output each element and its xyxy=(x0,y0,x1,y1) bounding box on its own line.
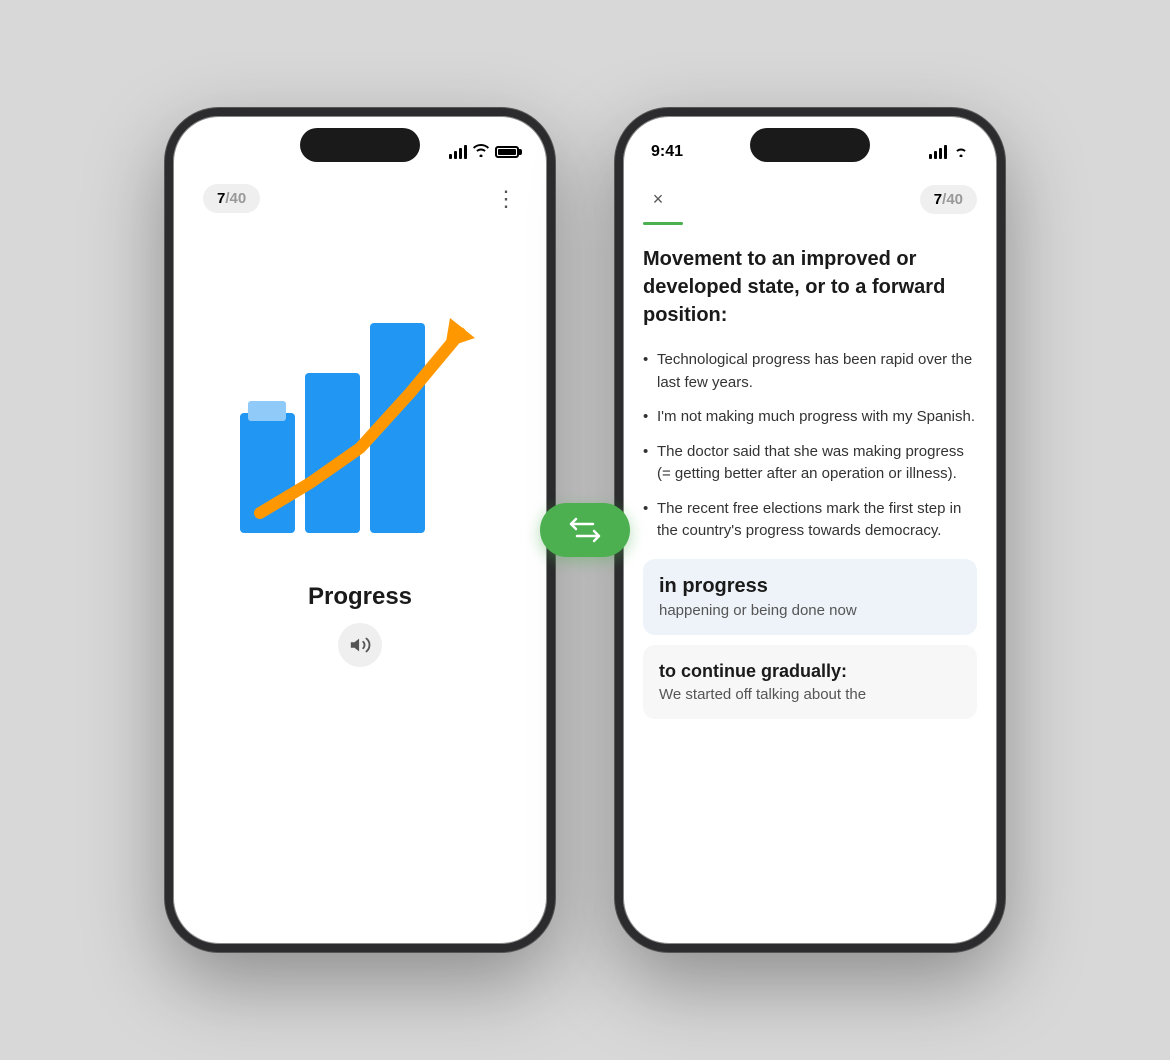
status-icons-left xyxy=(449,144,519,160)
word-label: Progress xyxy=(308,583,412,611)
wifi-icon xyxy=(473,144,489,160)
counter-badge-right: 7/40 xyxy=(920,185,977,214)
more-menu-button[interactable]: ⋮ xyxy=(495,186,517,212)
status-bar-left xyxy=(173,116,547,174)
list-item: Technological progress has been rapid ov… xyxy=(643,349,977,394)
idiom-description: happening or being done now xyxy=(659,602,961,619)
secondary-description: We started off talking about the xyxy=(659,686,961,703)
signal-icon-right xyxy=(929,145,947,159)
swap-button-container xyxy=(540,503,630,557)
flashcard-illustration xyxy=(220,273,500,553)
phone-right: 9:41 xyxy=(615,108,1005,952)
idiom-title: in progress xyxy=(659,575,961,598)
counter-badge-left: 7/40 xyxy=(203,184,260,213)
time-right: 9:41 xyxy=(651,143,701,161)
secondary-card: to continue gradually: We started off ta… xyxy=(643,645,977,719)
wifi-icon-right xyxy=(953,144,969,160)
battery-icon xyxy=(495,146,519,158)
status-icons-right xyxy=(929,144,969,160)
bullet-list: Technological progress has been rapid ov… xyxy=(643,349,977,543)
signal-icon xyxy=(449,145,467,159)
swap-button[interactable] xyxy=(540,503,630,557)
definition-scroll: Movement to an improved or developed sta… xyxy=(623,225,997,719)
definition-main: Movement to an improved or developed sta… xyxy=(643,245,977,329)
idiom-card: in progress happening or being done now xyxy=(643,559,977,635)
list-item: The doctor said that she was making prog… xyxy=(643,441,977,486)
close-button[interactable]: × xyxy=(643,184,673,214)
list-item: The recent free elections mark the first… xyxy=(643,498,977,543)
scene: 7/40 ⋮ xyxy=(0,0,1170,1060)
phone-left: 7/40 ⋮ xyxy=(165,108,555,952)
sound-button[interactable] xyxy=(338,623,382,667)
status-bar-right: 9:41 xyxy=(623,116,997,174)
phone2-header: × 7/40 xyxy=(623,174,997,214)
phone1-content: 7/40 ⋮ xyxy=(173,174,547,944)
list-item: I'm not making much progress with my Spa… xyxy=(643,406,977,429)
phone1-header: 7/40 ⋮ xyxy=(193,174,527,233)
secondary-title: to continue gradually: xyxy=(659,661,961,682)
